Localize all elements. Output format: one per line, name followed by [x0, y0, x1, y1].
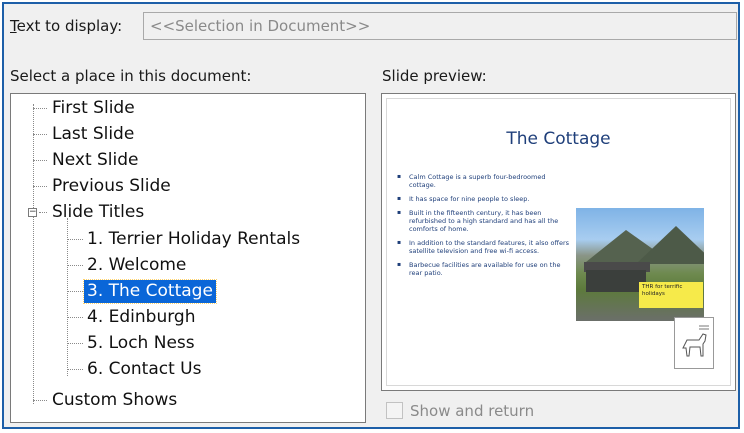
tree-branch-slide-titles [39, 212, 47, 213]
tree-guide-root [33, 104, 34, 404]
tree-item-next-slide[interactable]: Next Slide [49, 149, 142, 172]
text-to-display-label: Text to display: [10, 17, 123, 35]
tree-branch-previous [33, 186, 47, 187]
tree-branch-slide-4 [67, 317, 83, 318]
show-and-return-checkbox[interactable] [386, 402, 403, 419]
tree-item-slide-6[interactable]: 6. Contact Us [84, 358, 204, 381]
tree-item-slide-titles[interactable]: Slide Titles [49, 201, 147, 224]
tree-branch-slide-1 [67, 239, 83, 240]
tree-item-slide-3[interactable]: 3. The Cottage [83, 279, 217, 304]
tree-item-slide-2[interactable]: 2. Welcome [84, 254, 189, 277]
slide-bullet: Barbecue facilities are available for us… [395, 261, 570, 277]
slide-bullet: In addition to the standard features, it… [395, 239, 570, 255]
slide-bullet: Built in the fifteenth century, it has b… [395, 209, 570, 233]
tree-branch-last [33, 134, 47, 135]
tree-branch-first [33, 108, 47, 109]
tree-item-slide-1[interactable]: 1. Terrier Holiday Rentals [84, 228, 303, 251]
dog-logo-icon [674, 317, 714, 369]
slide-preview-label: Slide preview: [382, 67, 487, 85]
slide-preview-pane: The Cottage Calm Cottage is a superb fou… [381, 93, 736, 391]
slide-thumbnail: The Cottage Calm Cottage is a superb fou… [386, 98, 731, 386]
slide-bullet-list: Calm Cottage is a superb four-bedroomed … [395, 173, 570, 283]
select-place-label: Select a place in this document: [10, 67, 252, 85]
slide-bullet: It has space for nine people to sleep. [395, 195, 570, 203]
tree-branch-slide-2 [67, 265, 83, 266]
tree-guide-children [67, 218, 68, 376]
show-and-return-label: Show and return [410, 402, 535, 420]
collapse-icon[interactable]: − [28, 208, 37, 217]
slide-title: The Cottage [506, 129, 611, 149]
place-in-document-tree[interactable]: First Slide Last Slide Next Slide Previo… [10, 93, 366, 423]
tree-branch-custom [33, 400, 47, 401]
tree-item-slide-4[interactable]: 4. Edinburgh [84, 306, 198, 329]
cottage-shape [586, 270, 646, 292]
text-to-display-field[interactable]: <<Selection in Document>> [143, 12, 737, 40]
tree-item-previous-slide[interactable]: Previous Slide [49, 175, 174, 198]
tree-branch-slide-6 [67, 369, 83, 370]
tree-branch-next [33, 160, 47, 161]
tree-item-slide-5[interactable]: 5. Loch Ness [84, 332, 198, 355]
tree-item-first-slide[interactable]: First Slide [49, 97, 138, 120]
tree-branch-slide-5 [67, 343, 83, 344]
tree-branch-slide-3 [67, 291, 83, 292]
tree-item-last-slide[interactable]: Last Slide [49, 123, 137, 146]
slide-callout: THR for terrific holidays [639, 282, 703, 308]
slide-bullet: Calm Cottage is a superb four-bedroomed … [395, 173, 570, 189]
mountain-shape [636, 226, 704, 264]
tree-item-custom-shows[interactable]: Custom Shows [49, 389, 180, 412]
